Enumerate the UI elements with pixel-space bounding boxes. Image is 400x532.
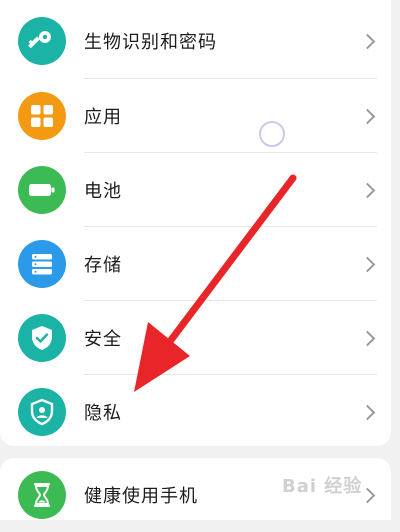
watermark: Bai 经验 <box>282 476 363 497</box>
annotation-arrow-icon <box>134 174 297 392</box>
